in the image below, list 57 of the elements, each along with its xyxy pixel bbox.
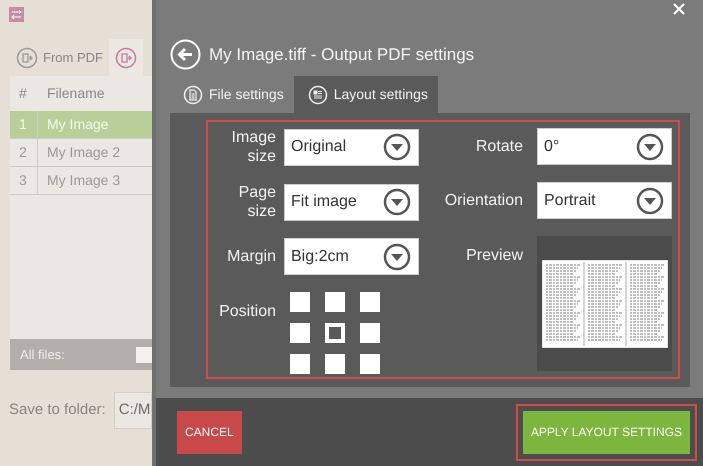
convert-icon [114,46,137,68]
dropdown-select[interactable]: Fit image [284,184,419,220]
field-label: Orientation [444,191,523,210]
table-cell: 1 [10,111,38,138]
field-label: Margin [226,247,276,266]
field-label: Preview [465,246,523,266]
save-folder-field[interactable]: C:/M [114,392,152,429]
save-folder-label: Save to folder: [9,400,106,420]
cancel-button[interactable]: CANCEL [177,410,242,454]
position-cell[interactable] [325,354,345,374]
dropdown-caret-icon [383,188,411,216]
position-cell[interactable] [360,292,380,312]
table-cell-text: My Image 3 [46,171,120,190]
layout-icon [308,84,328,104]
dialog-title: My Image.tiff - Output PDF settings [209,44,474,66]
field-label: Page size [238,183,276,221]
apply-button[interactable]: APPLY LAYOUT SETTINGS [522,410,690,454]
close-icon[interactable] [673,3,685,15]
position-cell[interactable] [290,323,310,343]
dropdown-value: Portrait [544,190,596,210]
position-cell[interactable] [290,354,310,374]
table-cell-text: My Image [46,115,108,134]
settings-tab[interactable]: File settings [179,76,294,113]
dropdown-caret-icon [383,133,411,161]
field-label: Position [218,302,276,322]
all-files-checkbox[interactable] [136,346,152,362]
dropdown-caret-icon [636,132,664,160]
position-cell[interactable] [360,323,380,343]
dropdown-select[interactable]: Big:2cm [284,238,419,275]
all-files-label: All files: [20,346,65,364]
settings-tab[interactable]: Layout settings [294,76,438,113]
dropdown-select[interactable]: Portrait [537,182,672,219]
column-header: Filename [46,84,105,103]
app-tab[interactable]: From PDF [10,39,109,76]
table-cell-text: My Image 2 [46,143,120,162]
table-cell: 2 [10,139,38,166]
dropdown-select[interactable]: 0° [537,128,672,165]
dropdown-value: Big:2cm [291,246,349,266]
field-label: Rotate [474,137,523,156]
back-icon[interactable] [170,39,201,70]
field-label: Image size [230,128,276,166]
dropdown-select[interactable]: Original [284,128,419,166]
position-cell[interactable] [325,292,345,312]
app-tab[interactable] [108,39,143,76]
document-icon [183,84,203,104]
table-cell: 3 [10,167,38,194]
column-header: # [18,84,28,103]
position-cell[interactable] [290,292,310,312]
dropdown-value: Fit image [291,192,357,212]
dropdown-value: Original [291,137,346,157]
dropdown-caret-icon [383,242,411,270]
dropdown-caret-icon [636,186,664,214]
position-cell[interactable] [325,323,345,343]
position-cell[interactable] [360,354,380,374]
dropdown-value: 0° [544,136,560,156]
app-logo-icon [9,7,24,22]
convert-icon [16,46,38,68]
